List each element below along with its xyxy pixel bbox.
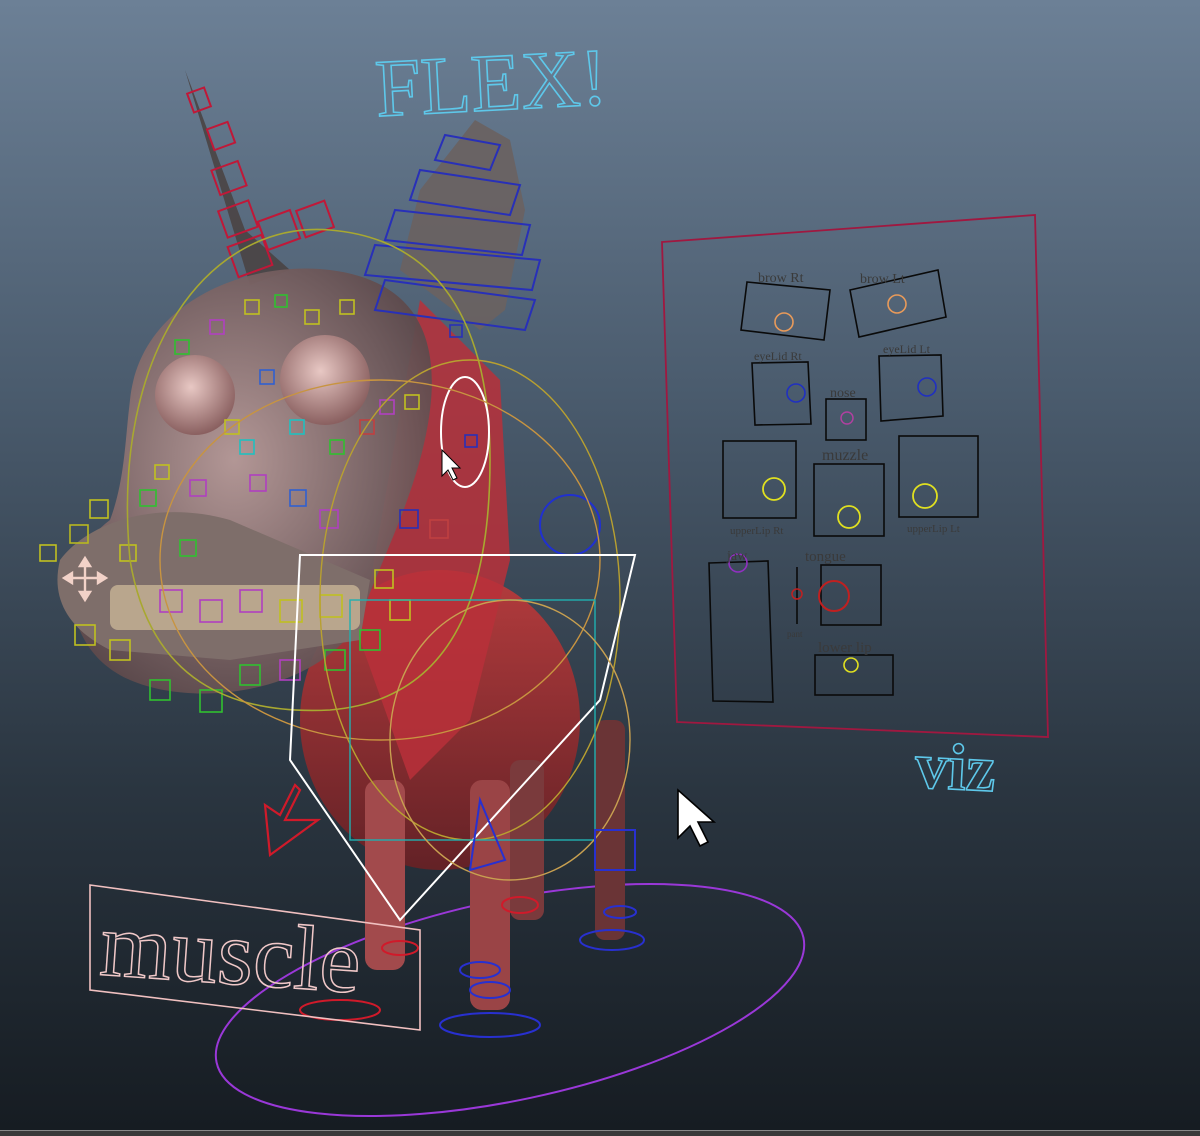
eyelid-rt-control[interactable]: eyeLid Rt — [751, 349, 812, 426]
pant-label: pant — [787, 629, 803, 639]
brow-rt-label: brow Rt — [758, 271, 804, 286]
muzzle-label: muzzle — [822, 447, 868, 464]
upperlip-rt-label: upperLip Rt — [730, 525, 783, 537]
nose-label: nose — [830, 386, 856, 401]
upperlip-lt-control[interactable]: upperLip Lt — [898, 435, 979, 535]
jaw-control[interactable]: jaw — [708, 549, 774, 703]
eyelid-rt-label: eyeLid Rt — [754, 349, 802, 363]
eyelid-lt-control[interactable]: eyeLid Lt — [878, 342, 944, 422]
viewport-scene[interactable]: FLEX! muscle viz brow Rt brow Lt eyeLid … — [0, 0, 1200, 1130]
nose-control[interactable]: nose — [825, 386, 867, 441]
brow-lt-control[interactable]: brow Lt — [849, 269, 947, 338]
brow-rt-control[interactable]: brow Rt — [740, 271, 831, 341]
brow-lt-label: brow Lt — [860, 272, 905, 287]
lower-lip-label: lower lip — [818, 640, 872, 656]
viewport-bottom-border — [0, 1130, 1200, 1136]
upperlip-lt-label: upperLip Lt — [907, 523, 960, 535]
flex-label[interactable]: FLEX! — [372, 30, 610, 135]
lower-lip-control[interactable]: lower lip — [814, 640, 894, 696]
tongue-control[interactable]: tongue — [805, 549, 882, 626]
eyelid-lt-label: eyeLid Lt — [883, 342, 931, 356]
pant-control[interactable]: pant — [787, 567, 803, 639]
tongue-label: tongue — [805, 549, 846, 565]
viz-label[interactable]: viz — [912, 728, 998, 807]
face-control-panel[interactable]: brow Rt brow Lt eyeLid Rt eyeLid Lt nose… — [661, 214, 1049, 738]
muscle-label: muscle — [97, 893, 364, 1013]
red-arrow-control[interactable] — [263, 783, 322, 858]
upperlip-rt-control[interactable]: upperLip Rt — [722, 440, 797, 537]
jaw-label: jaw — [726, 549, 748, 564]
mouse-pointer-icon — [677, 788, 717, 848]
maya-viewport[interactable]: FLEX! muscle viz brow Rt brow Lt eyeLid … — [0, 0, 1200, 1130]
muzzle-control[interactable]: muzzle — [813, 447, 885, 537]
dog-model[interactable] — [57, 70, 625, 1010]
